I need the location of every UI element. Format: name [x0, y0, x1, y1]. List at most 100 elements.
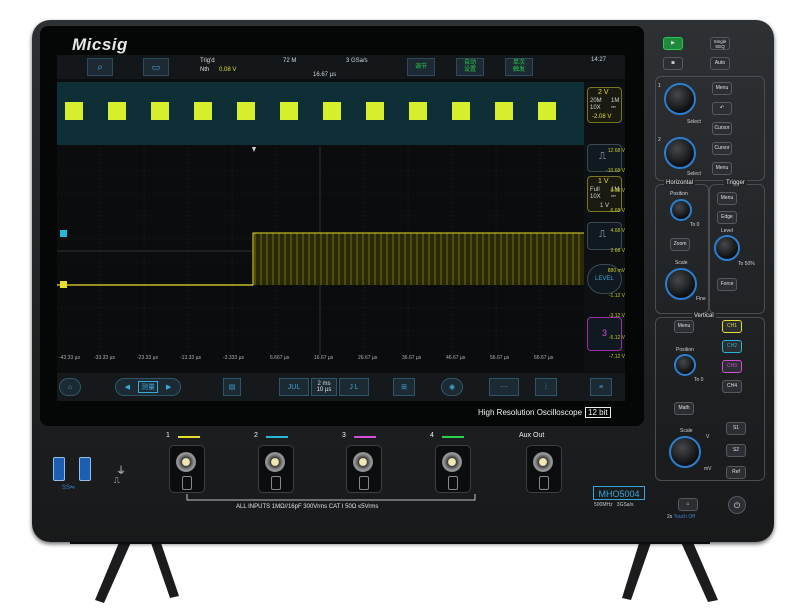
trigger-label: Trigger: [724, 180, 747, 186]
home-icon: ⌂: [686, 501, 690, 507]
dots-button[interactable]: ⋯: [489, 378, 519, 396]
cursor-key-2[interactable]: Cursor: [712, 142, 732, 155]
channel-2-color: [266, 436, 288, 438]
tick-x-10: 56.67 µs: [490, 355, 510, 361]
step-button-2[interactable]: ⎍: [587, 222, 622, 250]
tick-x-2: -23.33 µs: [137, 355, 158, 361]
bottom-toolbar: ⌂ ◀ 测量 ▶ ▤ JUL 2 ms 10 µs J L ⊞ ◉ ⋯ ⁞ ≡: [57, 373, 625, 401]
s2-key[interactable]: S2: [726, 444, 746, 457]
channel-4-input[interactable]: [435, 445, 471, 493]
multipurpose-knob-1[interactable]: [664, 83, 696, 115]
timebase-right-button[interactable]: J L: [339, 378, 369, 396]
memory-depth: 72 M: [283, 58, 297, 64]
trigger-marker: [60, 230, 67, 237]
ref-key[interactable]: Ref: [726, 466, 746, 479]
zoom-search-button[interactable]: ⌕: [87, 58, 113, 76]
horizontal-scale-knob[interactable]: [665, 268, 697, 300]
ch2-key[interactable]: CH2: [722, 340, 742, 353]
math-key[interactable]: Math: [674, 402, 694, 415]
display-screen[interactable]: ⌕ ▭ Trig'd Nth 0.08 V 72 M 3 GSa/s 16.67…: [57, 55, 625, 401]
channel-4-color: [442, 436, 464, 438]
back-key[interactable]: ↶: [712, 102, 732, 115]
menu-key[interactable]: Menu: [712, 82, 732, 95]
trigger-level-knob[interactable]: [714, 235, 740, 261]
waveform-overview: [57, 82, 584, 145]
run-icon: ▶: [671, 40, 675, 46]
channel-1-input[interactable]: [169, 445, 205, 493]
measure-selector[interactable]: ◀ 测量 ▶: [115, 378, 181, 396]
single-seq-key[interactable]: Single SEQ: [710, 37, 730, 50]
power-icon: ⏻: [733, 500, 741, 510]
aux-out-connector[interactable]: [526, 445, 562, 493]
timebase-left-button[interactable]: JUL: [279, 378, 309, 396]
force-key[interactable]: Force: [717, 278, 737, 291]
auto-set-button[interactable]: 自动 设置: [456, 58, 484, 76]
run-stop-button[interactable]: ◉: [441, 378, 463, 396]
model-specs: 500MHz 3GSa/s: [594, 502, 634, 508]
ch3-key[interactable]: CH3: [722, 360, 742, 373]
usb-icon: SS⇋: [62, 485, 76, 491]
menu-key-2[interactable]: Menu: [712, 162, 732, 175]
usb-port-2[interactable]: [79, 457, 91, 481]
right-channel-panel: 2 V 20M 1M 10X ⎓ -2.08 V ⎍ 1 V Full 1M 1…: [584, 82, 625, 401]
multipurpose-knob-2[interactable]: [664, 137, 696, 169]
run-stop-key[interactable]: ▶: [663, 37, 683, 50]
trigger-value: 0.08 V: [219, 67, 237, 73]
trigger-menu-key[interactable]: Menu: [717, 192, 737, 205]
ch4-key[interactable]: CH4: [722, 380, 742, 393]
cursor-key-1[interactable]: Cursor: [712, 122, 732, 135]
input-spec: ALL INPUTS 1MΩ//16pF 300Vrms CAT I 50Ω ≤…: [236, 504, 379, 510]
channel-2-label: 2: [254, 432, 258, 439]
camera-icon: ◙: [671, 60, 675, 66]
timebase-display[interactable]: 2 ms 10 µs: [311, 378, 337, 396]
aux-out-label: Aux Out: [519, 432, 545, 439]
home-icon: ⌂: [67, 383, 73, 391]
control-panel: ▶ Single SEQ ◙ Auto 1 Select 2 Select Me…: [650, 26, 770, 520]
power-button[interactable]: ⏻: [728, 496, 746, 514]
tick-x-5: 6.667 µs: [270, 355, 290, 361]
cursor-tool-button[interactable]: ⊞: [393, 378, 415, 396]
tick-x-1: -33.33 µs: [94, 355, 115, 361]
back-icon: ↶: [719, 105, 725, 111]
ruler-button[interactable]: ▭: [143, 58, 169, 76]
cursor-icon: ⊞: [401, 384, 407, 391]
touch-lock-key[interactable]: ⌂: [678, 498, 698, 511]
waveform-plot[interactable]: [57, 147, 584, 355]
ch1-key[interactable]: CH1: [722, 320, 742, 333]
tick-r-7: -1.12 V: [608, 293, 625, 299]
ground-icon: ⏚: [116, 466, 126, 477]
trigger-mode: Trig'd: [200, 58, 215, 64]
channel-1-info[interactable]: 1 V Full 1M 10X ⎓ 1 V: [587, 176, 622, 212]
input-bracket: [186, 494, 476, 501]
dots-icon: ⋯: [500, 384, 508, 391]
screenshot-key[interactable]: ◙: [663, 57, 683, 70]
ruler-icon: ▭: [151, 61, 161, 72]
s1-key[interactable]: S1: [726, 422, 746, 435]
menu-button-screen[interactable]: ≡: [590, 378, 612, 396]
home-button[interactable]: ⌂: [59, 378, 81, 396]
channel-2-input[interactable]: [258, 445, 294, 493]
calibration-pulse-icon: ⎍: [114, 476, 120, 485]
channel-1-marker: [60, 281, 67, 288]
channel-2-info[interactable]: 2 V 20M 1M 10X ⎓ -2.08 V: [587, 87, 622, 123]
edge-key[interactable]: Edge: [717, 211, 737, 224]
usb-port-1[interactable]: [53, 457, 65, 481]
vertical-position-knob[interactable]: [674, 354, 696, 376]
save-button[interactable]: ▤: [223, 378, 241, 396]
auto-key[interactable]: Auto: [710, 57, 730, 70]
more-button[interactable]: ⁞: [535, 378, 557, 396]
tick-r-3: 6.68 V: [610, 208, 625, 214]
single-trigger-button[interactable]: 单次 触发: [505, 58, 533, 76]
tick-x-4: -3.333 µs: [223, 355, 244, 361]
channel-3-button[interactable]: 3: [587, 317, 622, 351]
channel-1-color: [178, 436, 200, 438]
vertical-scale-knob[interactable]: [669, 436, 701, 468]
model-label: High Resolution Oscilloscope 12 bit: [478, 407, 611, 418]
vertical-menu-key[interactable]: Menu: [674, 320, 694, 333]
channel-3-input[interactable]: [346, 445, 382, 493]
clock: 14:27: [591, 57, 607, 63]
horizontal-position-knob[interactable]: [670, 199, 692, 221]
sample-rate: 3 GSa/s: [346, 58, 368, 64]
adjust-button[interactable]: 调节: [407, 58, 435, 76]
zoom-key[interactable]: Zoom: [670, 238, 690, 251]
